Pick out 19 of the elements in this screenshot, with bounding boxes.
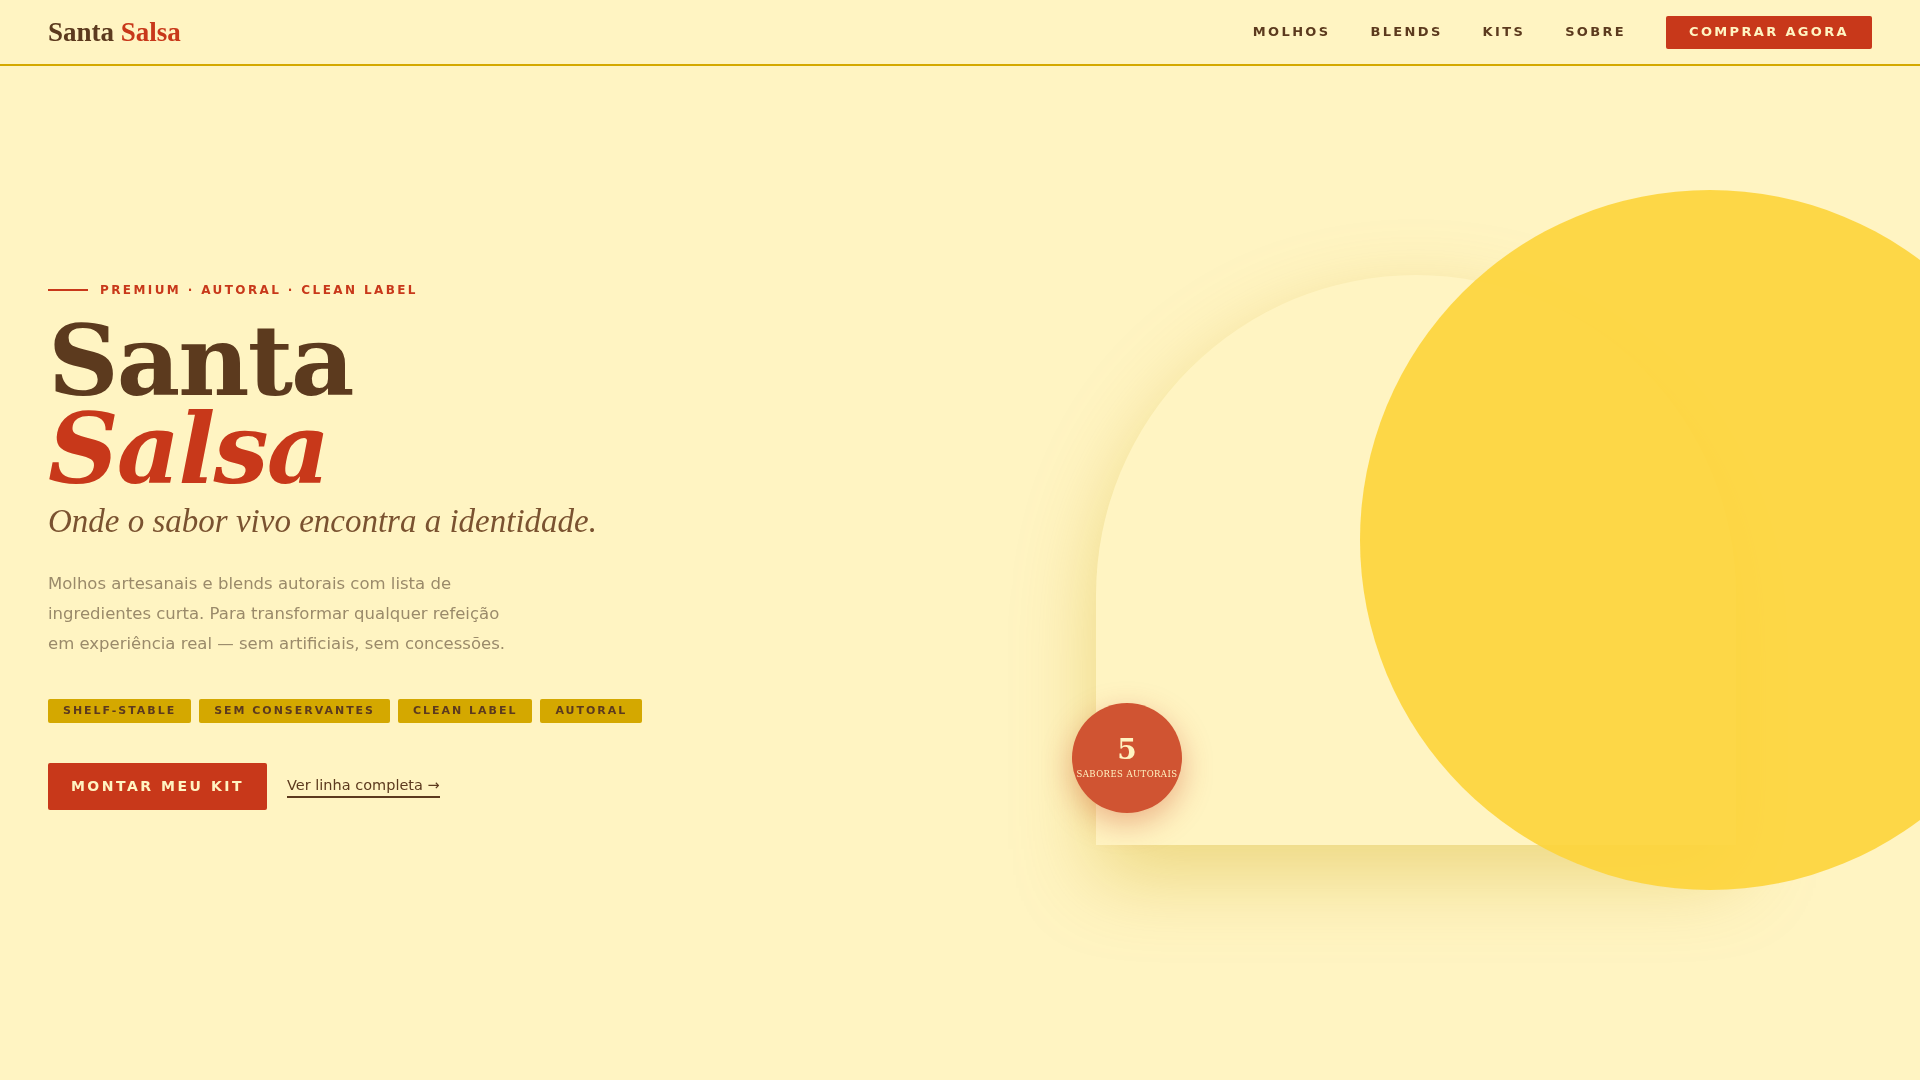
hero-description: Molhos artesanais e blends autorais com lista de ingredientes curta. Para transformar qualquer refeição em experiência real — sem artificiais, sem concessões.	[48, 572, 506, 655]
hero-subtitle: Onde o sabor vivo encontra a identidade.	[48, 502, 598, 542]
feature-tag: AUTORAL	[540, 698, 643, 723]
full-line-link[interactable]: Ver linha completa →	[287, 774, 440, 799]
buy-now-button[interactable]: COMPRAR AGORA	[1666, 15, 1872, 49]
feature-tag: CLEAN LABEL	[398, 698, 533, 723]
hero-title-accent: Salsa	[48, 405, 329, 494]
feature-tag: SHELF-STABLE	[48, 698, 192, 723]
hero-title: Santa	[48, 317, 354, 406]
nav-link[interactable]: SOBRE	[1565, 22, 1627, 42]
brand-logo[interactable]: Santa Salsa	[48, 11, 181, 53]
nav-link[interactable]: MOLHOS	[1252, 22, 1331, 42]
build-kit-button[interactable]: MONTAR MEU KIT	[48, 762, 267, 810]
feature-tag: SEM CONSERVANTES	[199, 698, 390, 723]
badge-label: SABORES AUTORAIS	[1076, 767, 1178, 781]
nav-link[interactable]: BLENDS	[1370, 22, 1443, 42]
badge-number: 5	[1117, 735, 1137, 764]
eyebrow-text: PREMIUM · AUTORAL · CLEAN LABEL	[100, 282, 418, 299]
nav-link[interactable]: KITS	[1482, 22, 1526, 42]
